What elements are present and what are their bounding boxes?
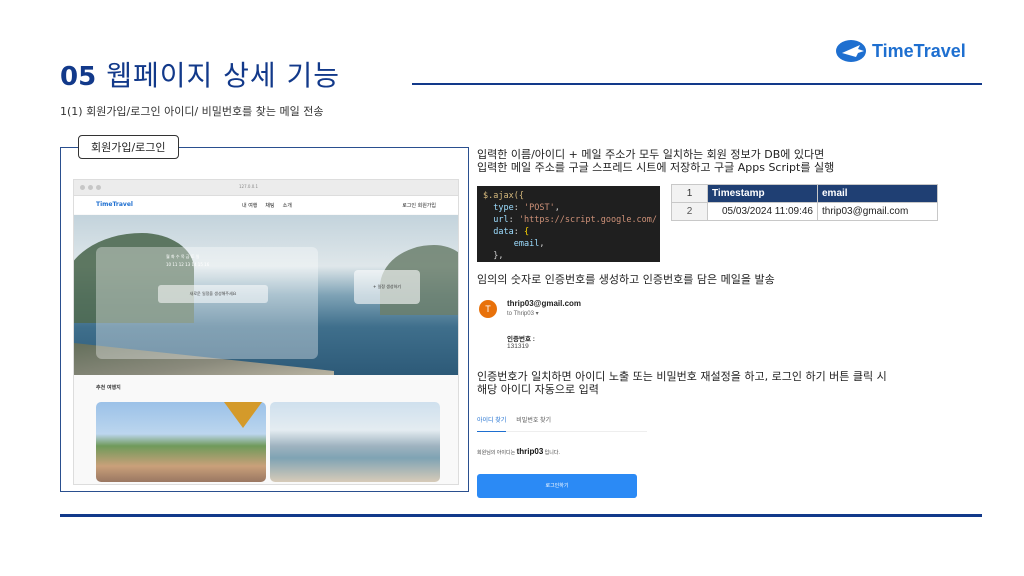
panel-tab-label: 회원가입/로그인 — [78, 135, 179, 159]
mail-code-value: 131319 — [507, 343, 529, 350]
found-user-id: thrip03 — [516, 447, 544, 456]
find-id-panel: 아이디 찾기 비밀번호 찾기 회원님의 아이디는 thrip03 입니다. 로그… — [477, 407, 647, 503]
step-1-text: 입력한 이름/아이디 + 메일 주소가 모두 일치하는 회원 정보가 DB에 있… — [477, 148, 835, 174]
ajax-code-snippet: $.ajax({ type: 'POST', url: 'https://scr… — [477, 186, 660, 262]
bottom-divider — [60, 514, 982, 517]
step-3-text: 인증번호가 일치하면 아이디 노출 또는 비밀번호 재설정을 하고, 로그인 하… — [477, 370, 887, 396]
mail-recipient: to Thrip03 ▾ — [507, 311, 539, 317]
login-button[interactable]: 로그인하기 — [477, 474, 637, 498]
spreadsheet: 1 Timestamp email 2 05/03/2024 11:09:46 … — [671, 184, 938, 221]
hero-image: 월 화 수 목 금 토 일 10 11 12 13 14 15 16 새로운 일… — [74, 215, 458, 375]
browser-toolbar: 127.0.0.1 — [74, 180, 458, 196]
site-navbar: TimeTravel 내 여행 채팅 소개 로그인 회원가입 — [74, 196, 458, 214]
code-url-key: url — [493, 215, 509, 225]
tab-find-password[interactable]: 비밀번호 찾기 — [516, 415, 551, 431]
code-url-val: 'https://script.google.com/ — [518, 215, 658, 225]
brand-logo: TimeTravel — [834, 38, 966, 64]
section-subtitle: 1(1) 회원가입/로그인 아이디/ 비밀번호를 찾는 메일 전송 — [60, 105, 324, 118]
airplane-icon — [836, 40, 866, 62]
sheet-col-timestamp: Timestamp — [707, 184, 818, 203]
brand-name: TimeTravel — [872, 40, 966, 61]
schedule-prompt: 새로운 일정을 생성해주세요 — [158, 285, 268, 303]
code-data-key: data — [493, 227, 514, 237]
page-title: 05 웹페이지 상세 기능 — [60, 54, 340, 94]
sheet-row-number: 2 — [671, 202, 708, 221]
mail-sender: thrip03@gmail.com — [507, 299, 582, 308]
found-id-message: 회원님의 아이디는 thrip03 입니다. — [477, 447, 560, 456]
destination-thumb-beach — [270, 402, 440, 482]
tab-find-id[interactable]: 아이디 찾기 — [477, 415, 507, 432]
calendar-dates: 10 11 12 13 14 15 16 — [166, 262, 210, 267]
site-auth-links: 로그인 회원가입 — [402, 203, 436, 209]
code-close: }, — [493, 251, 504, 261]
mail-code-label: 인증번호 : — [507, 336, 535, 343]
site-menu: 내 여행 채팅 소개 — [242, 202, 292, 209]
find-tabs: 아이디 찾기 비밀번호 찾기 — [477, 407, 647, 432]
calendar-days: 월 화 수 목 금 토 일 — [166, 254, 200, 259]
calendar-card: 월 화 수 목 금 토 일 10 11 12 13 14 15 16 새로운 일… — [96, 247, 318, 359]
recommend-heading: 추천 여행지 — [96, 385, 121, 391]
menu-item-about: 소개 — [282, 203, 292, 209]
section-number: 05 — [60, 62, 97, 92]
table-row: 2 05/03/2024 11:09:46 thrip03@gmail.com — [671, 202, 938, 221]
browser-url: 127.0.0.1 — [239, 184, 259, 189]
found-id-suffix: 입니다. — [544, 450, 560, 456]
sheet-header-row: 1 Timestamp email — [671, 184, 938, 203]
website-screenshot: 127.0.0.1 TimeTravel 내 여행 채팅 소개 로그인 회원가입… — [73, 179, 459, 485]
sheet-cell-timestamp: 05/03/2024 11:09:46 — [707, 202, 818, 221]
sheet-col-email: email — [817, 184, 938, 203]
create-schedule-button: + 일정 생성하기 — [354, 270, 420, 304]
menu-item-trips: 내 여행 — [242, 203, 258, 209]
menu-item-chat: 채팅 — [265, 203, 275, 209]
calendar-week: 월 화 수 목 금 토 일 10 11 12 13 14 15 16 — [166, 253, 209, 269]
verification-email: T thrip03@gmail.com to Thrip03 ▾ 인증번호 : … — [477, 292, 677, 360]
step-2-text: 임의의 숫자로 인증번호를 생성하고 인증번호를 담은 메일을 발송 — [477, 273, 775, 286]
code-line-ajax: $.ajax({ — [483, 191, 524, 201]
section-title: 웹페이지 상세 기능 — [106, 59, 341, 92]
window-controls — [80, 185, 101, 190]
triangle-marker-icon — [224, 402, 262, 428]
sheet-cell-email: thrip03@gmail.com — [817, 202, 938, 221]
site-brand: TimeTravel — [96, 201, 133, 208]
found-id-prefix: 회원님의 아이디는 — [477, 450, 516, 456]
code-type-val: 'POST' — [523, 203, 555, 213]
code-type-key: type — [493, 203, 514, 213]
sheet-row-number: 1 — [671, 184, 708, 203]
avatar: T — [479, 300, 497, 318]
code-email: email — [513, 239, 540, 249]
title-divider — [412, 83, 982, 85]
